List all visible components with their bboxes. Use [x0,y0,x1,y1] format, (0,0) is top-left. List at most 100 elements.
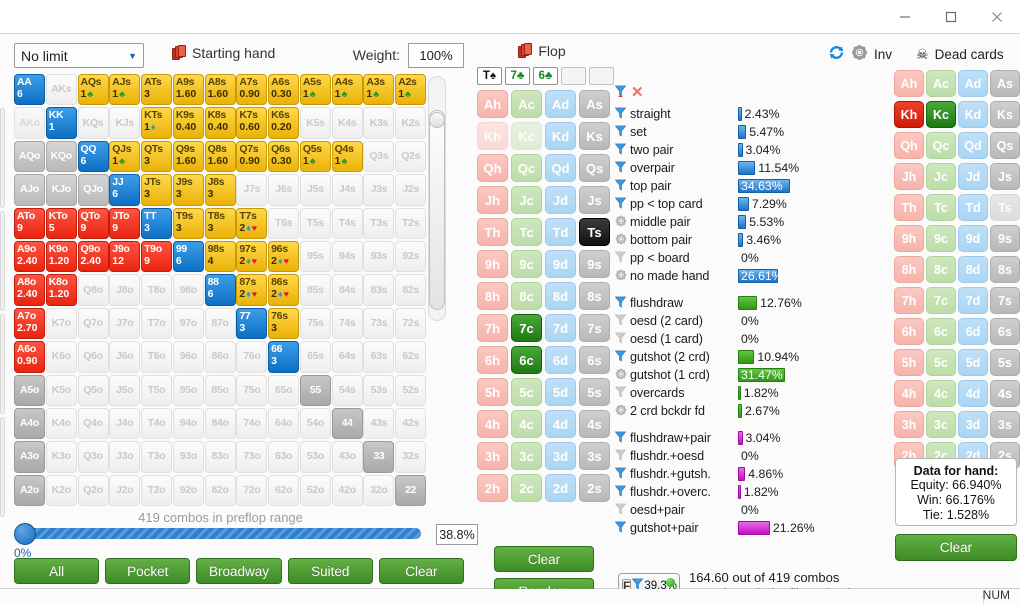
funnel-icon[interactable] [614,197,627,212]
stat-filter-toggle[interactable] [614,107,630,122]
funnel-icon[interactable] [614,521,627,536]
board-slot-3[interactable]: 6♣ [533,67,558,85]
hand-cell-A8o[interactable]: A8o 2.40 [14,274,45,306]
dead-card-7h[interactable]: 7h [894,287,924,314]
stat-filter-toggle[interactable] [614,431,630,446]
flop-card-5h[interactable]: 5h [477,378,508,406]
flop-card-4s[interactable]: 4s [579,410,610,438]
hand-cell-32o[interactable]: 32o [363,474,395,507]
dead-card-4s[interactable]: 4s [990,380,1020,407]
stat-filter-toggle[interactable] [614,296,630,311]
stat-filter-toggle[interactable] [614,467,630,482]
hand-cell-44[interactable]: 44 [331,407,363,440]
broadway-button[interactable]: Broadway [196,558,282,584]
stat-filter-toggle[interactable] [614,485,630,500]
funnel-icon[interactable] [614,449,627,464]
hand-cell-K4o[interactable]: K4o [45,407,77,440]
limit-select[interactable]: No limit ▼ [14,43,144,68]
hand-cell-53s[interactable]: 53s [363,374,395,406]
flop-card-Ks[interactable]: Ks [579,122,610,150]
minimize-icon[interactable] [882,0,928,34]
board-slots[interactable]: T♠ 7♣ 6♣ [477,67,614,85]
funnel-icon[interactable] [614,503,627,518]
filter-icon[interactable] [614,84,627,102]
hand-cell-55[interactable]: 55 [299,374,331,406]
hand-cell-J8o[interactable]: J8o [109,274,141,306]
hand-cell-JJ[interactable]: JJ 6 [109,174,141,206]
hand-cell-J2s[interactable]: J2s [395,174,427,206]
hand-cell-A2o[interactable]: A2o [14,474,45,507]
hand-cell-Q5s[interactable]: Q5s 1 ♣ [299,140,331,173]
flop-card-9s[interactable]: 9s [579,250,610,278]
stat-filter-toggle[interactable] [614,314,630,329]
hand-cell-J4s[interactable]: J4s [331,174,363,206]
hand-cell-K4s[interactable]: K4s [331,107,363,139]
hand-cell-99[interactable]: 99 6 [172,240,204,273]
flop-card-As[interactable]: As [579,90,610,118]
flop-card-7h[interactable]: 7h [477,314,508,342]
hand-cell-T9s[interactable]: T9s 3 [172,207,204,239]
funnel-icon[interactable] [614,179,627,194]
hand-cell-KK[interactable]: KK 1 [45,107,77,139]
hand-cell-87s[interactable]: 87s 2 ♦ ♥ [236,274,268,306]
hand-cell-T6s[interactable]: T6s [268,207,300,239]
hand-cell-T2o[interactable]: T2o [141,474,173,507]
hand-cell-JTs[interactable]: JTs 3 [141,174,173,206]
hand-cell-KJs[interactable]: KJs [109,107,141,139]
hand-cell-K5s[interactable]: K5s [299,107,331,139]
hand-cell-Q6s[interactable]: Q6s 0.30 [268,140,300,173]
hand-cell-94o[interactable]: 94o [172,407,204,440]
funnel-icon[interactable] [614,143,627,158]
matrix-scrollbar-knob[interactable] [429,112,445,128]
clear-filters-icon[interactable]: ✕ [631,85,644,100]
dead-card-Ts[interactable]: Ts [990,194,1020,221]
flop-card-Ah[interactable]: Ah [477,90,508,118]
flop-card-2h[interactable]: 2h [477,474,508,502]
dead-cards-grid[interactable]: Ah Ac Ad As Kh Kc Kd Ks Qh Qc Qd Qs Jh Jc Jd Js Th Tc Td Ts… [894,70,1020,473]
dead-card-Ad[interactable]: Ad [958,70,988,97]
dead-card-8h[interactable]: 8h [894,256,924,283]
hand-cell-JTo[interactable]: JTo 9 [109,207,141,239]
flop-card-8d[interactable]: 8d [545,282,576,310]
hand-cell-73s[interactable]: 73s [363,307,395,340]
hand-cell-Q3o[interactable]: Q3o [77,441,109,473]
flop-card-6h[interactable]: 6h [477,346,508,374]
hand-cell-42o[interactable]: 42o [331,474,363,507]
dead-card-Ah[interactable]: Ah [894,70,924,97]
dead-card-3d[interactable]: 3d [958,411,988,438]
flop-card-grid[interactable]: Ah Ac Ad As Kh Kc Kd Ks Qh Qc Qd Qs Jh Jc Jd Js Th Tc Td Ts… [477,90,613,506]
suited-button[interactable]: Suited [287,558,373,584]
hand-cell-83s[interactable]: 83s [363,274,395,306]
hand-cell-84s[interactable]: 84s [331,274,363,306]
flop-card-Ad[interactable]: Ad [545,90,576,118]
funnel-icon[interactable] [614,125,627,140]
dead-card-7d[interactable]: 7d [958,287,988,314]
hand-cell-J7s[interactable]: J7s [236,174,268,206]
hand-cell-Q4s[interactable]: Q4s 1 ♣ [331,140,363,173]
flop-card-7s[interactable]: 7s [579,314,610,342]
hand-cell-KJo[interactable]: KJo [45,174,77,206]
dead-card-Kc[interactable]: Kc [926,101,956,128]
gear-icon[interactable] [851,44,868,64]
flop-card-4d[interactable]: 4d [545,410,576,438]
cog-icon[interactable] [615,269,627,284]
dead-card-Ks[interactable]: Ks [990,101,1020,128]
flop-card-Js[interactable]: Js [579,186,610,214]
hand-cell-Q9o[interactable]: Q9o 2.40 [77,240,109,273]
hand-cell-TT[interactable]: TT 3 [141,207,173,239]
hand-cell-96s[interactable]: 96s 2 ♦ ♥ [268,240,300,273]
stat-filter-toggle[interactable] [614,197,630,212]
hand-cell-86s[interactable]: 86s 2 ♦ ♥ [268,274,300,306]
hand-cell-J9o[interactable]: J9o 12 [109,240,141,273]
hand-cell-ATs[interactable]: ATs 3 [141,74,173,106]
dead-card-5h[interactable]: 5h [894,349,924,376]
flop-card-9d[interactable]: 9d [545,250,576,278]
slider-knob[interactable] [14,523,36,545]
hand-cell-A4s[interactable]: A4s 1 ♣ [331,74,363,106]
stat-filter-toggle[interactable] [615,404,630,419]
cog-icon[interactable] [615,215,627,230]
range-slider[interactable]: 0% 38.8% [14,523,478,560]
stat-filter-toggle[interactable] [615,233,630,248]
hand-cell-KQo[interactable]: KQo [45,140,77,173]
hand-cell-98o[interactable]: 98o [172,274,204,306]
